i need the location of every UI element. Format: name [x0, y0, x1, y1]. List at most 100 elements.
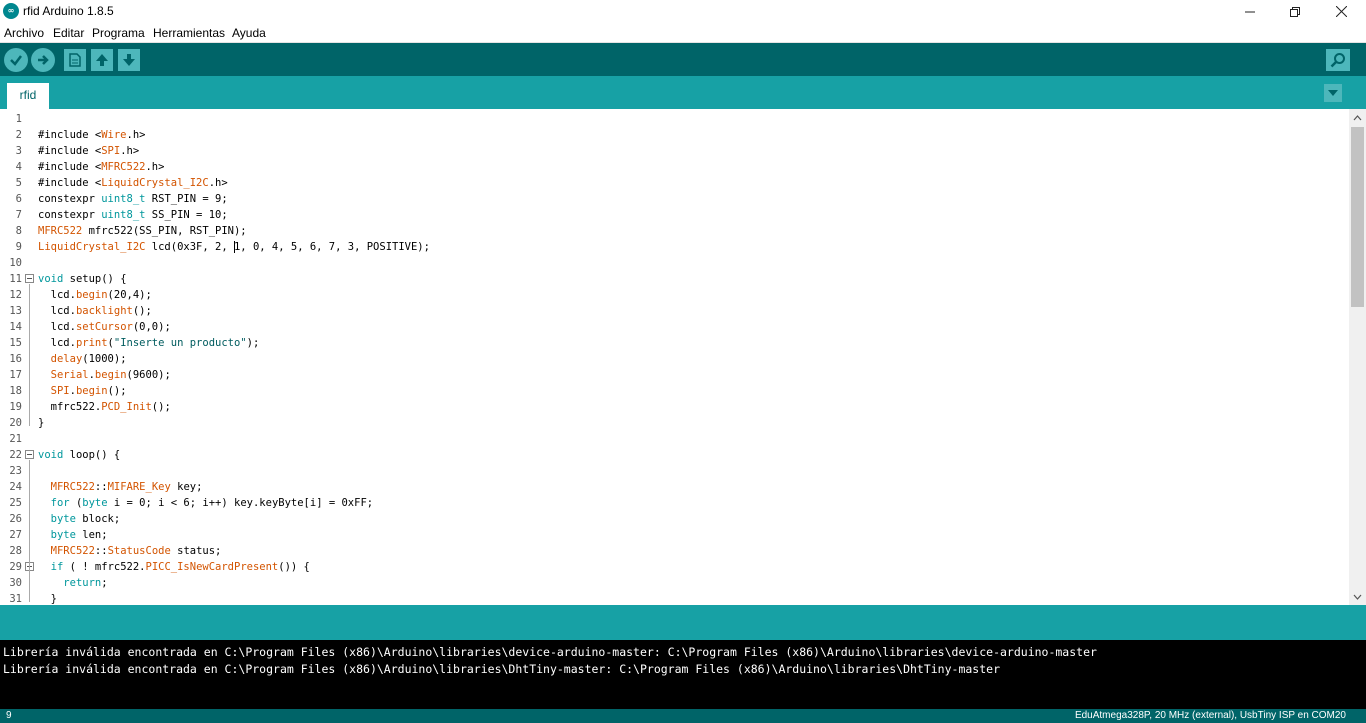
minimize-button[interactable]	[1227, 0, 1273, 23]
line-number: 2	[15, 129, 22, 141]
minimize-icon	[1245, 11, 1255, 12]
code-line[interactable]: void setup() {	[38, 271, 127, 287]
line-number: 3	[15, 145, 22, 157]
menu-archivo[interactable]: Archivo	[4, 26, 44, 40]
fold-toggle-icon[interactable]	[25, 274, 34, 283]
fold-toggle-icon[interactable]	[25, 450, 34, 459]
magnifier-icon	[1330, 53, 1345, 68]
new-sketch-button[interactable]	[64, 49, 86, 71]
code-line[interactable]: void loop() {	[38, 447, 120, 463]
menu-editar[interactable]: Editar	[53, 26, 84, 40]
code-line[interactable]: LiquidCrystal_I2C lcd(0x3F, 2, 1, 0, 4, …	[38, 239, 430, 255]
code-line[interactable]: lcd.backlight();	[38, 303, 152, 319]
menu-ayuda[interactable]: Ayuda	[232, 26, 266, 40]
line-number: 15	[9, 337, 22, 349]
line-number: 24	[9, 481, 22, 493]
line-number: 17	[9, 369, 22, 381]
line-number: 5	[15, 177, 22, 189]
code-line[interactable]: constexpr uint8_t SS_PIN = 10;	[38, 207, 228, 223]
code-line[interactable]: lcd.print("Inserte un producto");	[38, 335, 260, 351]
line-number: 4	[15, 161, 22, 173]
code-line[interactable]: byte len;	[38, 527, 108, 543]
line-number: 14	[9, 321, 22, 333]
open-button[interactable]	[91, 49, 113, 71]
line-number: 23	[9, 465, 22, 477]
code-line[interactable]: for (byte i = 0; i < 6; i++) key.keyByte…	[38, 495, 373, 511]
code-line[interactable]: #include <LiquidCrystal_I2C.h>	[38, 175, 228, 191]
line-number: 31	[9, 593, 22, 605]
restore-button[interactable]	[1272, 0, 1318, 23]
code-line[interactable]: constexpr uint8_t RST_PIN = 9;	[38, 191, 228, 207]
code-line[interactable]: mfrc522.PCD_Init();	[38, 399, 171, 415]
code-line[interactable]: }	[38, 591, 57, 605]
scrollbar-thumb[interactable]	[1351, 127, 1364, 307]
tab-bar: rfid	[0, 76, 1366, 109]
arrow-down-icon	[123, 54, 135, 66]
line-number: 1	[15, 113, 22, 125]
line-number: 12	[9, 289, 22, 301]
line-number: 11	[9, 273, 22, 285]
line-number: 21	[9, 433, 22, 445]
serial-monitor-button[interactable]	[1326, 49, 1350, 71]
code-line[interactable]: if ( ! mfrc522.PICC_IsNewCardPresent()) …	[38, 559, 310, 575]
code-line[interactable]: #include <MFRC522.h>	[38, 159, 164, 175]
board-info: EduAtmega328P, 20 MHz (external), UsbTin…	[1074, 710, 1346, 721]
code-line[interactable]: SPI.begin();	[38, 383, 127, 399]
close-button[interactable]	[1318, 0, 1364, 23]
line-number: 19	[9, 401, 22, 413]
restore-icon	[1290, 6, 1300, 17]
arduino-ide-window: ∞ rfid Arduino 1.8.5 Archivo Editar Prog…	[0, 0, 1366, 723]
code-line[interactable]: lcd.setCursor(0,0);	[38, 319, 171, 335]
arrow-up-icon	[96, 54, 108, 66]
console-line: Librería inválida encontrada en C:\Progr…	[3, 645, 1097, 659]
line-number: 20	[9, 417, 22, 429]
upload-button[interactable]	[31, 48, 55, 72]
check-icon	[10, 55, 22, 66]
chevron-up-icon	[1353, 114, 1362, 120]
text-caret	[233, 241, 235, 253]
menu-bar: Archivo Editar Programa Herramientas Ayu…	[0, 23, 1366, 43]
line-number: 10	[9, 257, 22, 269]
code-line[interactable]: byte block;	[38, 511, 121, 527]
arduino-logo-icon: ∞	[3, 3, 19, 19]
line-number: 25	[9, 497, 22, 509]
menu-herramientas[interactable]: Herramientas	[153, 26, 225, 40]
code-line[interactable]: lcd.begin(20,4);	[38, 287, 152, 303]
title-bar: ∞ rfid Arduino 1.8.5	[0, 0, 1366, 23]
toolbar	[0, 43, 1366, 76]
line-number: 27	[9, 529, 22, 541]
line-number: 18	[9, 385, 22, 397]
scroll-up-button[interactable]	[1349, 109, 1366, 126]
menu-programa[interactable]: Programa	[92, 26, 145, 40]
code-line[interactable]: MFRC522 mfrc522(SS_PIN, RST_PIN);	[38, 223, 247, 239]
code-line[interactable]: delay(1000);	[38, 351, 127, 367]
verify-button[interactable]	[4, 48, 28, 72]
code-line[interactable]: #include <SPI.h>	[38, 143, 139, 159]
fold-guide	[29, 460, 30, 602]
console-output: Librería inválida encontrada en C:\Progr…	[0, 640, 1366, 709]
save-button[interactable]	[118, 49, 140, 71]
editor-scrollbar[interactable]	[1349, 109, 1366, 605]
tab-rfid[interactable]: rfid	[7, 83, 49, 109]
fold-guide	[29, 284, 30, 426]
code-line[interactable]: }	[38, 415, 44, 431]
chevron-down-icon	[1353, 594, 1362, 600]
new-file-icon	[69, 53, 81, 67]
tab-menu-button[interactable]	[1324, 84, 1342, 102]
line-number: 6	[15, 193, 22, 205]
line-number: 9	[15, 241, 22, 253]
code-line[interactable]: #include <Wire.h>	[38, 127, 145, 143]
line-number: 16	[9, 353, 22, 365]
code-line[interactable]: MFRC522::MIFARE_Key key;	[38, 479, 203, 495]
code-line[interactable]: Serial.begin(9600);	[38, 367, 171, 383]
current-line-number: 9	[6, 710, 12, 721]
code-line[interactable]: return;	[38, 575, 107, 591]
code-line[interactable]: MFRC522::StatusCode status;	[38, 543, 222, 559]
code-editor[interactable]: 1 2 3 4 5 6 7 8 9 10 11 12 13 14 15 16 17 18 19 20 21 22 23 24 2…	[0, 109, 1366, 605]
footer-bar: 9 EduAtmega328P, 20 MHz (external), UsbT…	[0, 709, 1366, 723]
scroll-down-button[interactable]	[1349, 588, 1366, 605]
console-line: Librería inválida encontrada en C:\Progr…	[3, 662, 1000, 676]
window-title: rfid Arduino 1.8.5	[23, 4, 114, 18]
arrow-right-icon	[38, 55, 49, 65]
line-number: 7	[15, 209, 22, 221]
